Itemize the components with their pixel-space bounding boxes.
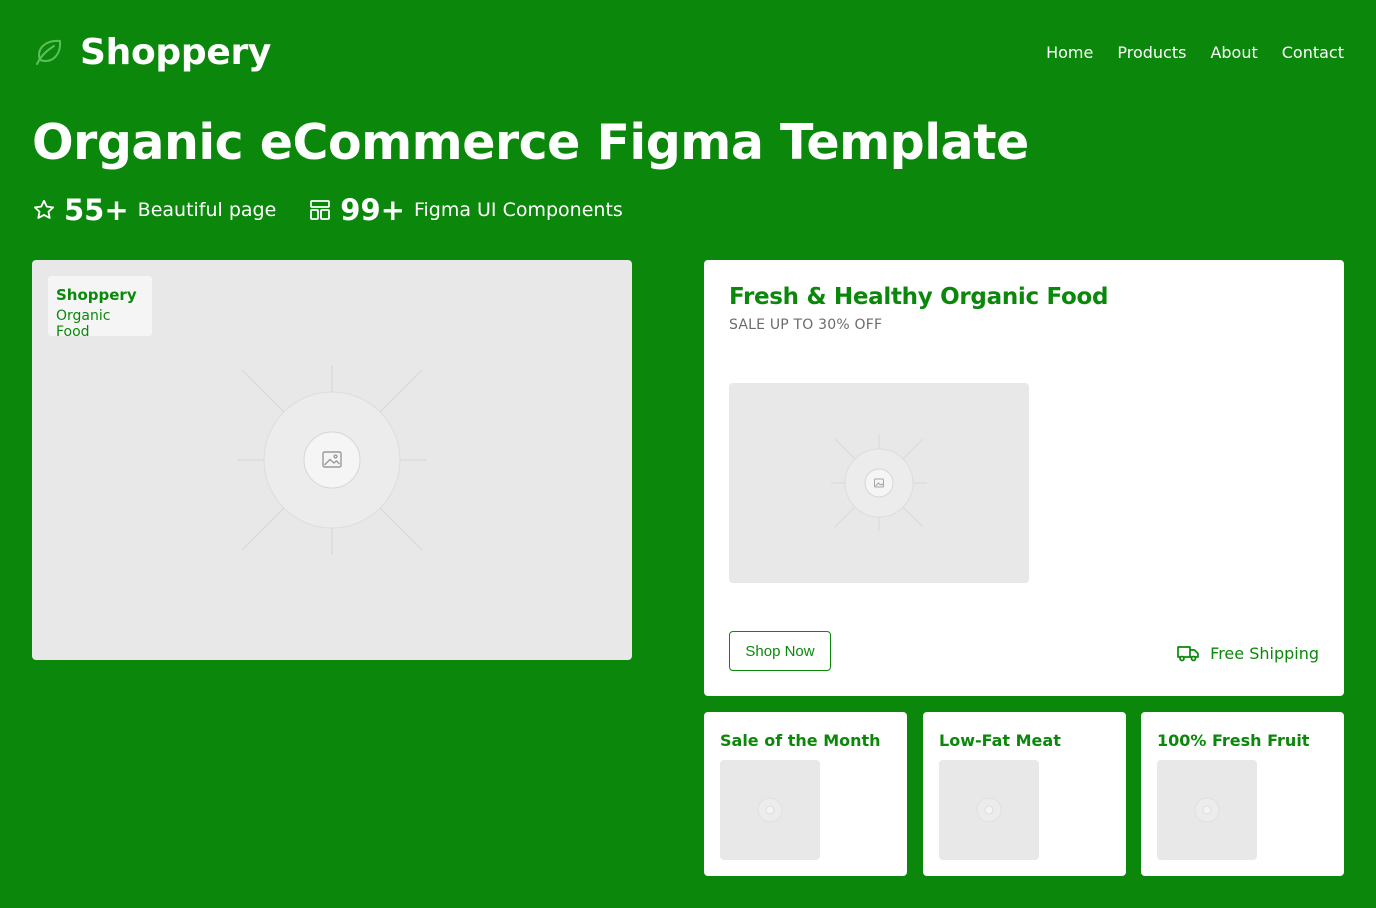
- nav-item-products[interactable]: Products: [1117, 43, 1186, 62]
- promo-title: Fresh & Healthy Organic Food: [729, 284, 1109, 310]
- truck-icon: [1176, 641, 1200, 665]
- stat-number: 55+: [64, 193, 129, 227]
- image-placeholder-icon: [831, 435, 927, 531]
- mini-card-image: [1157, 760, 1257, 860]
- stat-pages: 55+ Beautiful page: [32, 193, 276, 227]
- leaf-icon: [32, 36, 64, 68]
- brand-logo[interactable]: Shoppery: [32, 32, 271, 73]
- main-nav: Home Products About Contact: [1046, 43, 1344, 62]
- star-icon: [32, 198, 56, 222]
- nav-item-home[interactable]: Home: [1046, 43, 1093, 62]
- mini-card-fruit[interactable]: 100% Fresh Fruit: [1141, 712, 1344, 876]
- stat-label: Figma UI Components: [413, 199, 623, 221]
- nav-item-contact[interactable]: Contact: [1282, 43, 1344, 62]
- hero-title: Organic eCommerce Figma Template: [32, 114, 1029, 171]
- image-placeholder-icon: [976, 797, 1002, 823]
- shop-now-button[interactable]: Shop Now: [729, 631, 831, 671]
- shipping-label: Free Shipping: [1210, 643, 1319, 663]
- brand-badge: Shoppery Organic Food: [48, 276, 152, 340]
- layout-icon: [308, 198, 332, 222]
- nav-item-about[interactable]: About: [1210, 43, 1257, 62]
- mini-card-sale[interactable]: Sale of the Month: [704, 712, 907, 876]
- mini-card-image: [720, 760, 820, 860]
- image-placeholder-icon: [757, 797, 783, 823]
- mini-card-image: [939, 760, 1039, 860]
- mini-card-title: 100% Fresh Fruit: [1157, 731, 1310, 750]
- badge-subtitle: Organic Food: [56, 308, 111, 340]
- mini-card-title: Sale of the Month: [720, 731, 881, 750]
- mini-card-meat[interactable]: Low-Fat Meat: [923, 712, 1126, 876]
- free-shipping: Free Shipping: [1176, 641, 1319, 665]
- brand-name: Shoppery: [80, 31, 272, 73]
- stat-label: Beautiful page: [137, 199, 277, 221]
- promo-subtitle: SALE UP TO 30% OFF: [729, 317, 883, 333]
- stat-components: 99+ Figma UI Components: [308, 193, 623, 227]
- stat-number: 99+: [340, 193, 405, 227]
- promo-image: [729, 383, 1029, 583]
- badge-title: Shoppery: [56, 286, 137, 304]
- hero-stats: 55+ Beautiful page 99+ Figma UI Componen…: [32, 190, 623, 230]
- mini-card-title: Low-Fat Meat: [939, 731, 1061, 750]
- hero-image: Shoppery Organic Food: [32, 260, 632, 660]
- promo-card: Fresh & Healthy Organic Food SALE UP TO …: [704, 260, 1344, 696]
- image-placeholder-icon: [1194, 797, 1220, 823]
- site-header: Shoppery Home Products About Contact: [32, 30, 1344, 74]
